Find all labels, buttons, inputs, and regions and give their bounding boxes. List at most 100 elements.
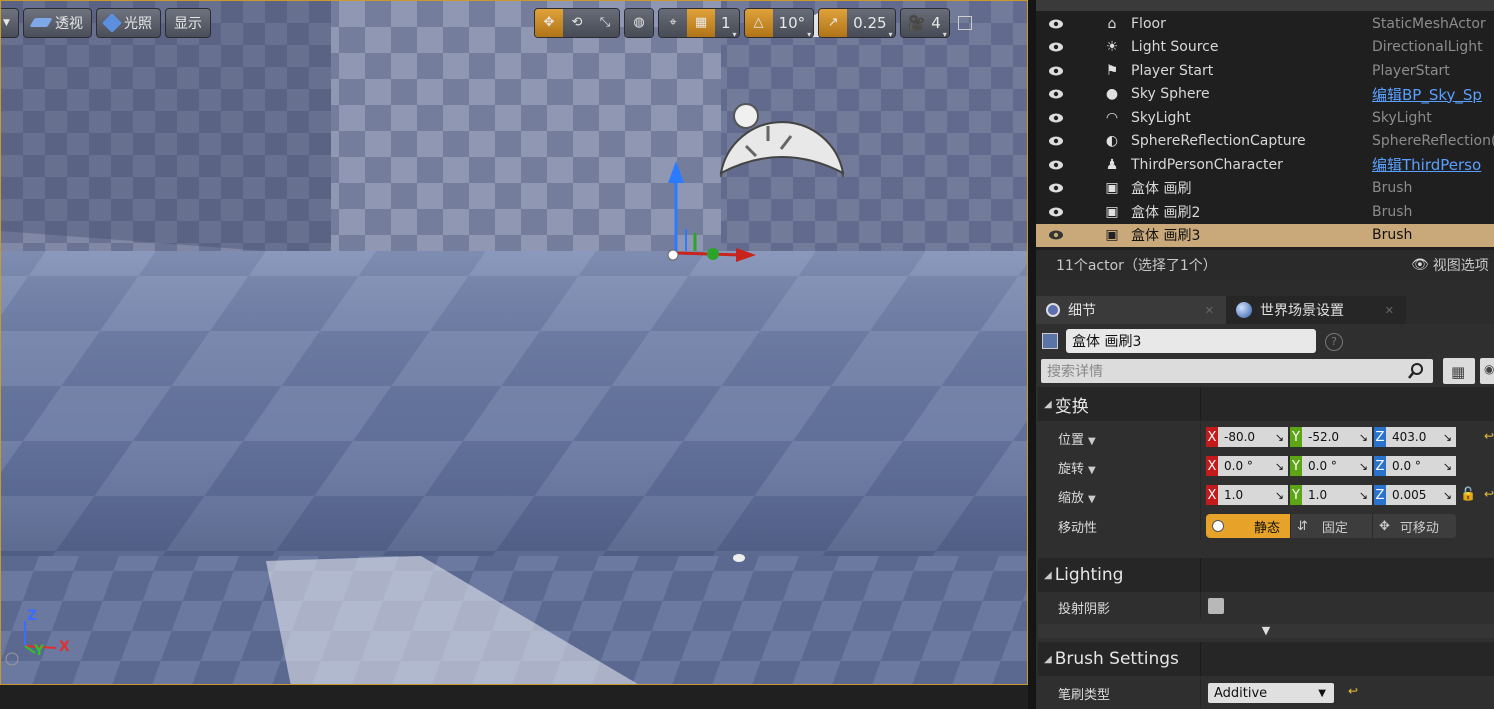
lighting-category[interactable]: ◢ Lighting bbox=[1038, 558, 1494, 592]
outliner-row[interactable]: ♟ ThirdPersonCharacter 编辑ThirdPerso bbox=[1036, 153, 1494, 176]
outliner-row-name: Light Source bbox=[1131, 39, 1219, 55]
mobility-static-option[interactable]: 静态 bbox=[1206, 514, 1290, 538]
collapse-arrow-icon: ◢ bbox=[1044, 398, 1052, 410]
rotation-x-value[interactable]: 0.0 ° bbox=[1218, 456, 1288, 476]
world-space-button[interactable]: ◍ bbox=[625, 8, 653, 37]
scale-z-value[interactable]: 0.005 bbox=[1386, 485, 1456, 505]
viewport-scene[interactable] bbox=[1, 1, 1028, 685]
outliner-row-type: Brush bbox=[1372, 203, 1413, 220]
y-axis-badge: Y bbox=[1290, 485, 1302, 505]
property-matrix-button[interactable]: ▦ bbox=[1443, 358, 1475, 384]
rotation-z[interactable]: Z 0.0 ° bbox=[1374, 456, 1456, 476]
scale-mode-button[interactable]: ⤡ bbox=[591, 8, 619, 37]
lock-icon[interactable]: 🔓 bbox=[1460, 487, 1476, 502]
scale-x[interactable]: X 1.0 bbox=[1206, 485, 1288, 505]
axis-x-label: X bbox=[59, 639, 70, 655]
close-icon[interactable]: ✕ bbox=[1205, 304, 1214, 317]
rotation-x[interactable]: X 0.0 ° bbox=[1206, 456, 1288, 476]
close-icon[interactable]: ✕ bbox=[1385, 304, 1394, 317]
outliner-row[interactable]: ☀ Light Source DirectionalLight bbox=[1036, 36, 1494, 59]
outliner-row[interactable]: ◐ SphereReflectionCapture SphereReflection… bbox=[1036, 130, 1494, 153]
location-x[interactable]: X -80.0 bbox=[1206, 427, 1288, 447]
tab-details[interactable]: 细节 ✕ bbox=[1036, 296, 1226, 324]
visibility-eye-icon[interactable] bbox=[1048, 86, 1064, 102]
cast-shadow-checkbox[interactable] bbox=[1208, 598, 1224, 614]
viewport-options-button[interactable]: ▼ bbox=[1, 7, 19, 38]
reset-arrow-icon[interactable]: ↩ bbox=[1484, 429, 1494, 443]
viewport-bottom-strip bbox=[0, 685, 1036, 709]
scale-x-value[interactable]: 1.0 bbox=[1218, 485, 1288, 505]
scale-label[interactable]: 缩放 ▼ bbox=[1058, 487, 1096, 506]
location-y-value[interactable]: -52.0 bbox=[1302, 427, 1372, 447]
x-axis-badge: X bbox=[1206, 427, 1218, 447]
view-options-button[interactable]: 👁 视图选项 bbox=[1411, 255, 1489, 275]
actor-name-input[interactable]: 盒体 画刷3 bbox=[1066, 329, 1316, 353]
scale-snap-dropdown[interactable]: 0.25 bbox=[847, 8, 895, 37]
outliner-row[interactable]: ▣ 盒体 画刷 Brush bbox=[1036, 177, 1494, 200]
show-flags-label: 显示 bbox=[174, 15, 202, 32]
location-z-value[interactable]: 403.0 bbox=[1386, 427, 1456, 447]
location-z[interactable]: Z 403.0 bbox=[1374, 427, 1456, 447]
outliner-row[interactable]: ⚑ Player Start PlayerStart bbox=[1036, 59, 1494, 82]
globe-icon bbox=[1236, 302, 1252, 318]
rotation-snap-toggle[interactable]: △ bbox=[744, 8, 773, 37]
outliner-row-edit-link[interactable]: 编辑ThirdPerso bbox=[1372, 154, 1481, 175]
scale-y[interactable]: Y 1.0 bbox=[1290, 485, 1372, 505]
visibility-eye-icon[interactable] bbox=[1048, 157, 1064, 173]
visibility-eye-icon[interactable] bbox=[1048, 204, 1064, 220]
rotation-y[interactable]: Y 0.0 ° bbox=[1290, 456, 1372, 476]
actor-name-value: 盒体 画刷3 bbox=[1072, 334, 1142, 350]
rotation-snap-dropdown[interactable]: 10° bbox=[772, 8, 814, 37]
reset-arrow-icon[interactable]: ↩ bbox=[1484, 487, 1494, 501]
tab-world-settings[interactable]: 世界场景设置 ✕ bbox=[1226, 296, 1406, 324]
help-icon[interactable]: ? bbox=[1325, 333, 1343, 351]
visibility-eye-icon[interactable] bbox=[1048, 133, 1064, 149]
level-viewport[interactable]: Z Y X ▼ 透视 光照 显示 ✥ ⟲ ⤡ ◍ ⌖ ▦ 1 ▾ △ 10° ▾… bbox=[0, 0, 1028, 685]
camera-speed-dropdown[interactable]: 🎥 4 bbox=[900, 8, 949, 37]
reset-arrow-icon[interactable]: ↩ bbox=[1348, 684, 1358, 698]
surface-snap-button[interactable]: ⌖ bbox=[659, 8, 687, 37]
maximize-viewport-button[interactable] bbox=[957, 15, 972, 30]
outliner-row[interactable]: ▣ 盒体 画刷3 Brush bbox=[1036, 223, 1494, 247]
mobility-stationary-option[interactable]: ⇵ 固定 bbox=[1290, 514, 1372, 538]
grid-snap-toggle[interactable]: ▦ bbox=[687, 8, 715, 37]
rotation-z-value[interactable]: 0.0 ° bbox=[1386, 456, 1456, 476]
outliner-row[interactable]: ● Sky Sphere 编辑BP_Sky_Sp bbox=[1036, 83, 1494, 106]
visibility-eye-icon[interactable] bbox=[1048, 39, 1064, 55]
outliner-row[interactable]: ◠ SkyLight SkyLight bbox=[1036, 106, 1494, 129]
brush-type-dropdown[interactable]: Additive ▼ bbox=[1208, 683, 1334, 703]
brush-settings-category[interactable]: ◢ Brush Settings bbox=[1038, 642, 1494, 676]
advanced-expander[interactable]: ▼ bbox=[1038, 624, 1494, 638]
scale-y-value[interactable]: 1.0 bbox=[1302, 485, 1372, 505]
lighting-mode-button[interactable]: 光照 bbox=[96, 7, 161, 38]
show-flags-button[interactable]: 显示 bbox=[165, 7, 211, 38]
rotation-label[interactable]: 旋转 ▼ bbox=[1058, 458, 1096, 477]
translate-mode-button[interactable]: ✥ bbox=[535, 8, 563, 37]
coordinate-system-group: ◍ bbox=[624, 7, 654, 38]
outliner-row[interactable]: ▣ 盒体 画刷2 Brush bbox=[1036, 200, 1494, 223]
location-label-text: 位置 bbox=[1058, 433, 1085, 448]
visibility-eye-icon[interactable] bbox=[1048, 16, 1064, 32]
visibility-eye-icon[interactable] bbox=[1048, 227, 1064, 243]
outliner-row-edit-link[interactable]: 编辑BP_Sky_Sp bbox=[1372, 84, 1482, 105]
location-x-value[interactable]: -80.0 bbox=[1218, 427, 1288, 447]
details-view-options-button[interactable]: ◉ bbox=[1480, 358, 1494, 384]
chevron-down-icon: ▼ bbox=[1318, 687, 1326, 699]
rotate-mode-button[interactable]: ⟲ bbox=[563, 8, 591, 37]
location-y[interactable]: Y -52.0 bbox=[1290, 427, 1372, 447]
details-search-input[interactable]: 搜索详情 bbox=[1041, 359, 1433, 383]
grid-size-dropdown[interactable]: 1 bbox=[715, 8, 739, 37]
panel-splitter[interactable] bbox=[1028, 0, 1036, 709]
visibility-eye-icon[interactable] bbox=[1048, 63, 1064, 79]
visibility-eye-icon[interactable] bbox=[1048, 180, 1064, 196]
rotation-y-value[interactable]: 0.0 ° bbox=[1302, 456, 1372, 476]
outliner-row[interactable]: ⌂ Floor StaticMeshActor bbox=[1036, 12, 1494, 35]
transform-category[interactable]: ◢ 变换 bbox=[1038, 387, 1494, 421]
scale-snap-toggle[interactable]: ↗ bbox=[819, 8, 848, 37]
mobility-movable-option[interactable]: ✥ 可移动 bbox=[1372, 514, 1456, 538]
location-label[interactable]: 位置 ▼ bbox=[1058, 429, 1096, 448]
outliner-row-name: Player Start bbox=[1131, 62, 1214, 79]
perspective-button[interactable]: 透视 bbox=[23, 7, 92, 38]
scale-z[interactable]: Z 0.005 bbox=[1374, 485, 1456, 505]
visibility-eye-icon[interactable] bbox=[1048, 110, 1064, 126]
